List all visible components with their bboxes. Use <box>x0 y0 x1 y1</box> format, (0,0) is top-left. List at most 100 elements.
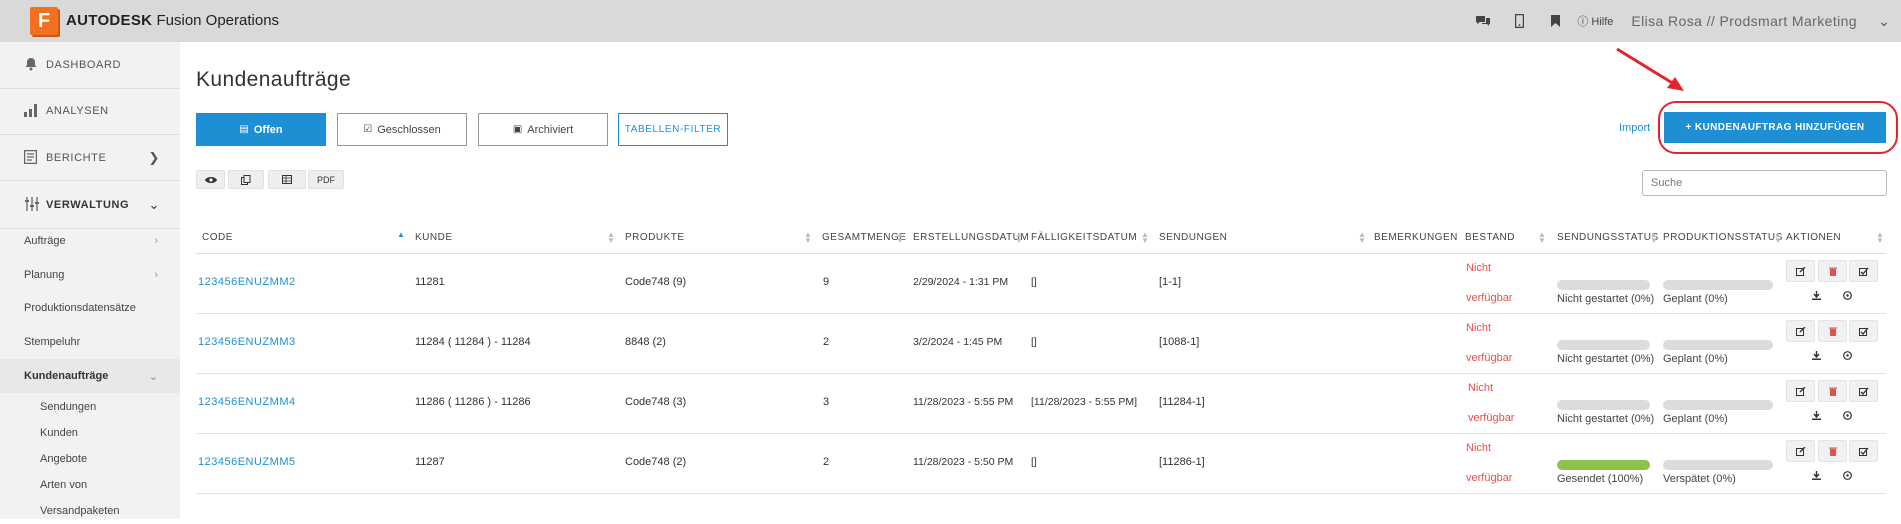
shipments-cell: [1-1] <box>1159 276 1182 288</box>
production-status-text: Geplant (0%) <box>1663 353 1728 365</box>
import-link[interactable]: Import <box>1619 122 1650 134</box>
sidebar-item-auftraege[interactable]: Aufträge › <box>0 224 180 258</box>
bell-icon <box>24 57 40 74</box>
sidebar-item-versandpaketen[interactable]: Versandpaketen <box>0 498 180 524</box>
check-icon[interactable] <box>1849 320 1878 342</box>
edit-icon[interactable] <box>1786 260 1815 282</box>
download-icon[interactable] <box>1802 464 1831 486</box>
order-code-link[interactable]: 123456ENUZMM5 <box>198 456 296 468</box>
info-icon[interactable] <box>1833 284 1862 306</box>
col-faelligkeitsdatum[interactable]: FÄLLIGKEITSDATUM <box>1031 232 1137 243</box>
products-cell: 8848 (2) <box>625 336 666 348</box>
due-date-cell: [] <box>1031 276 1037 288</box>
annotation-arrow-icon <box>1616 47 1684 91</box>
sidebar-item-kunden[interactable]: Kunden <box>0 420 180 446</box>
fusion-logo[interactable]: F <box>30 7 58 35</box>
order-code-link[interactable]: 123456ENUZMM4 <box>198 396 296 408</box>
trash-icon[interactable] <box>1818 260 1847 282</box>
check-icon[interactable] <box>1849 440 1878 462</box>
sidebar-item-berichte[interactable]: BERICHTE ❯ <box>0 135 180 181</box>
shipping-progress-bar <box>1557 460 1650 470</box>
sidebar-item-produktionsdatensaetze[interactable]: Produktionsdatensätze <box>0 291 180 325</box>
order-code-link[interactable]: 123456ENUZMM2 <box>198 276 296 288</box>
production-status-text: Verspätet (0%) <box>1663 473 1736 485</box>
col-bestand[interactable]: BESTAND <box>1465 232 1515 243</box>
sort-icon[interactable]: ▲ ▼ <box>1650 231 1658 245</box>
trash-icon[interactable] <box>1818 380 1847 402</box>
table-icon[interactable] <box>268 170 306 189</box>
production-status-text: Geplant (0%) <box>1663 293 1728 305</box>
info-icon[interactable] <box>1833 404 1862 426</box>
sort-icon[interactable]: ▲ ▼ <box>1538 231 1546 245</box>
search-input[interactable] <box>1642 170 1887 196</box>
col-gesamtmenge[interactable]: GESAMTMENGE <box>822 232 906 243</box>
col-erstellungsdatum[interactable]: ERSTELLUNGSDATUM <box>913 232 1029 243</box>
sort-icon[interactable]: ▲ ▼ <box>1141 231 1149 245</box>
chat-icon[interactable] <box>1465 0 1501 42</box>
bookmark-icon[interactable] <box>1537 0 1573 42</box>
tab-offen[interactable]: ▤ Offen <box>196 113 326 146</box>
copy-icon[interactable] <box>228 170 264 189</box>
quantity-cell: 2 <box>823 456 830 468</box>
sort-icon[interactable]: ▲ ▼ <box>1358 231 1366 245</box>
col-sendungen[interactable]: SENDUNGEN <box>1159 232 1227 243</box>
brand-name: AUTODESK Fusion Operations <box>66 12 280 29</box>
sort-icon[interactable]: ▲ ▼ <box>804 231 812 245</box>
top-bar: F AUTODESK Fusion Operations ⓘ Hilfe Eli… <box>0 0 1901 42</box>
col-produkte[interactable]: PRODUKTE <box>625 232 685 243</box>
info-icon[interactable] <box>1833 344 1862 366</box>
sort-icon[interactable]: ▲ ▼ <box>1774 231 1782 245</box>
download-icon[interactable] <box>1802 284 1831 306</box>
sort-asc-icon[interactable]: ▲ <box>397 231 405 239</box>
sort-icon[interactable]: ▲ ▼ <box>1015 231 1023 245</box>
sliders-icon <box>24 196 40 214</box>
products-cell: Code748 (2) <box>625 456 687 468</box>
col-kunde[interactable]: KUNDE <box>415 232 453 243</box>
shipping-progress-bar <box>1557 340 1650 350</box>
info-icon[interactable] <box>1833 464 1862 486</box>
sidebar-item-angebote[interactable]: Angebote <box>0 446 180 472</box>
download-icon[interactable] <box>1802 344 1831 366</box>
production-progress-bar <box>1663 280 1773 290</box>
trash-icon[interactable] <box>1818 320 1847 342</box>
edit-icon[interactable] <box>1786 380 1815 402</box>
chevron-down-icon[interactable]: ⌄ <box>1867 13 1901 30</box>
table-filter-button[interactable]: TABELLEN-FILTER <box>618 113 728 146</box>
sidebar-item-planung[interactable]: Planung › <box>0 258 180 292</box>
due-date-cell: [] <box>1031 456 1037 468</box>
sidebar-item-dashboard[interactable]: DASHBOARD <box>0 42 180 88</box>
mobile-icon[interactable] <box>1501 0 1537 42</box>
col-bemerkungen[interactable]: BEMERKUNGEN <box>1374 232 1458 243</box>
chevron-down-icon: ⌄ <box>148 197 160 212</box>
shipping-progress-bar <box>1557 400 1650 410</box>
sidebar-item-analysen[interactable]: ANALYSEN <box>0 88 180 134</box>
sidebar-item-verwaltung[interactable]: VERWALTUNG ⌄ <box>0 182 180 228</box>
sort-icon[interactable]: ▲ ▼ <box>896 231 904 245</box>
edit-icon[interactable] <box>1786 440 1815 462</box>
col-produktionsstatus[interactable]: PRODUKTIONSSTATUS <box>1663 232 1783 243</box>
tab-archiviert[interactable]: ▣ Archiviert <box>478 113 608 146</box>
check-icon[interactable] <box>1849 260 1878 282</box>
shipping-progress-fill <box>1557 460 1650 470</box>
user-name[interactable]: Elisa Rosa // Prodsmart Marketing <box>1631 13 1857 29</box>
tab-geschlossen[interactable]: ☑ Geschlossen <box>337 113 467 146</box>
sidebar-item-arten-von[interactable]: Arten von <box>0 472 180 498</box>
sort-icon[interactable]: ▲ ▼ <box>1876 231 1884 245</box>
help-link[interactable]: ⓘ Hilfe <box>1577 13 1613 29</box>
sidebar-item-stempeluhr[interactable]: Stempeluhr <box>0 325 180 359</box>
shipping-status-text: Nicht gestartet (0%) <box>1557 293 1655 305</box>
eye-icon[interactable] <box>196 170 225 189</box>
sidebar-item-sendungen[interactable]: Sendungen <box>0 394 180 420</box>
order-code-link[interactable]: 123456ENUZMM3 <box>198 336 296 348</box>
customer-cell: 11284 ( 11284 ) - 11284 <box>415 336 531 348</box>
col-code[interactable]: CODE <box>202 232 233 243</box>
download-icon[interactable] <box>1802 404 1831 426</box>
sort-icon[interactable]: ▲ ▼ <box>607 231 615 245</box>
col-sendungsstatus[interactable]: SENDUNGSSTATUS <box>1557 232 1659 243</box>
edit-icon[interactable] <box>1786 320 1815 342</box>
stock-status: Nicht <box>1468 382 1494 394</box>
sidebar-item-kundenauftraege[interactable]: Kundenaufträge ⌄ <box>0 359 180 393</box>
pdf-button[interactable]: PDF <box>308 170 344 189</box>
check-icon[interactable] <box>1849 380 1878 402</box>
trash-icon[interactable] <box>1818 440 1847 462</box>
